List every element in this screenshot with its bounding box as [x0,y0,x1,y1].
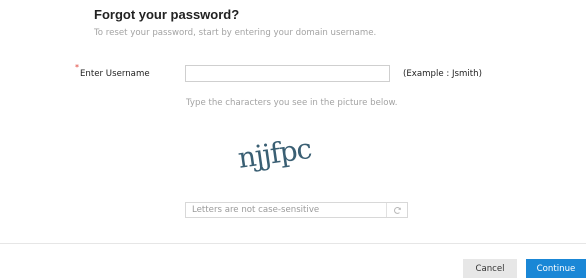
captcha-field [185,202,408,218]
page-title: Forgot your password? [94,7,240,22]
username-example: (Example : Jsmith) [403,69,482,79]
captcha-hint: Type the characters you see in the pictu… [186,98,398,108]
cancel-button[interactable]: Cancel [463,259,517,278]
captcha-image: njjfpc [236,132,314,175]
footer-divider [0,243,586,244]
captcha-text: njjfpc [236,132,314,175]
refresh-icon [393,206,401,214]
continue-button[interactable]: Continue [526,259,586,278]
required-marker: * [75,63,79,72]
username-input[interactable] [185,65,390,82]
captcha-input[interactable] [186,203,386,217]
captcha-refresh-button[interactable] [386,203,407,217]
page-subtitle: To reset your password, start by enterin… [94,28,377,38]
username-label: Enter Username [80,69,150,79]
